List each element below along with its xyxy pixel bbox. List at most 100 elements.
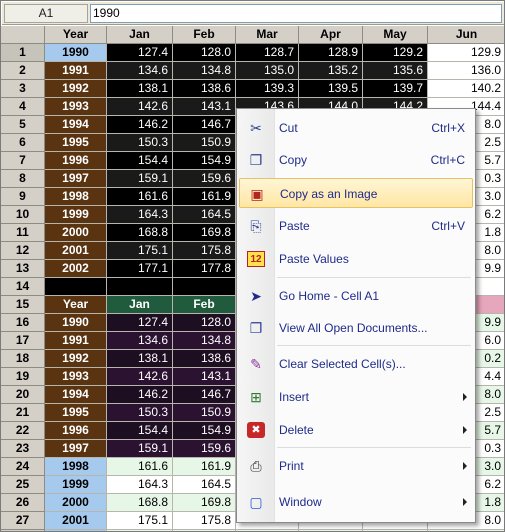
row-header[interactable]: 12	[1, 242, 45, 260]
table-cell[interactable]: 1996	[45, 152, 107, 170]
row-header[interactable]: 25	[1, 476, 45, 494]
row-header[interactable]: 27	[1, 512, 45, 530]
row-header[interactable]: 9	[1, 188, 45, 206]
table-cell[interactable]: 143.1	[173, 368, 236, 386]
menu-item-copy-as-an-image[interactable]: ▣ Copy as an Image	[239, 178, 473, 208]
row-header[interactable]: 11	[1, 224, 45, 242]
table-cell[interactable]: 1993	[45, 98, 107, 116]
table-cell[interactable]: 159.1	[107, 440, 173, 458]
row-header[interactable]: 16	[1, 314, 45, 332]
table-cell[interactable]: 2001	[45, 242, 107, 260]
column-header[interactable]: Feb	[173, 26, 236, 44]
table-cell[interactable]: Feb	[173, 296, 236, 314]
table-cell[interactable]: 1998	[45, 188, 107, 206]
row-header[interactable]: 3	[1, 80, 45, 98]
table-cell[interactable]: 139.3	[236, 80, 299, 98]
row-header[interactable]: 7	[1, 152, 45, 170]
table-cell[interactable]: 175.1	[107, 242, 173, 260]
row-header[interactable]: 20	[1, 386, 45, 404]
menu-item-clear-selected-cell-s[interactable]: ✎ Clear Selected Cell(s)...	[239, 349, 473, 379]
table-cell[interactable]: 136.0	[428, 62, 504, 80]
table-cell[interactable]: 1995	[45, 134, 107, 152]
menu-item-insert[interactable]: ⊞ Insert	[239, 382, 473, 412]
table-cell[interactable]: 138.6	[173, 80, 236, 98]
table-cell[interactable]: 2000	[45, 224, 107, 242]
table-cell[interactable]: 168.8	[107, 494, 173, 512]
formula-input[interactable]: 1990	[90, 4, 502, 23]
table-cell[interactable]: 164.5	[173, 206, 236, 224]
row-header[interactable]: 21	[1, 404, 45, 422]
table-cell[interactable]: 175.1	[107, 512, 173, 530]
table-cell[interactable]: 142.6	[107, 98, 173, 116]
column-header[interactable]: Jun	[428, 26, 504, 44]
table-cell[interactable]: 140.2	[428, 80, 504, 98]
row-header[interactable]: 13	[1, 260, 45, 278]
table-cell[interactable]: 1991	[45, 62, 107, 80]
table-cell[interactable]: 164.3	[107, 206, 173, 224]
table-cell[interactable]	[45, 278, 107, 296]
table-cell[interactable]: 1996	[45, 422, 107, 440]
table-cell[interactable]: 127.4	[107, 44, 173, 62]
menu-item-delete[interactable]: ✖ Delete	[239, 415, 473, 445]
table-cell[interactable]: 1997	[45, 170, 107, 188]
table-cell[interactable]: 134.6	[107, 62, 173, 80]
row-header[interactable]: 2	[1, 62, 45, 80]
table-cell[interactable]: 128.7	[236, 44, 299, 62]
table-cell[interactable]: 139.7	[363, 80, 428, 98]
table-cell[interactable]: 138.1	[107, 80, 173, 98]
row-header[interactable]: 4	[1, 98, 45, 116]
table-cell[interactable]: 1999	[45, 476, 107, 494]
table-cell[interactable]: 169.8	[173, 494, 236, 512]
row-header[interactable]: 6	[1, 134, 45, 152]
table-cell[interactable]: 159.6	[173, 440, 236, 458]
row-header[interactable]: 22	[1, 422, 45, 440]
row-header[interactable]: 19	[1, 368, 45, 386]
row-header[interactable]: 1	[1, 44, 45, 62]
column-header[interactable]: May	[363, 26, 428, 44]
table-cell[interactable]: 1994	[45, 386, 107, 404]
row-header[interactable]: 17	[1, 332, 45, 350]
menu-item-paste[interactable]: ⎘ Paste Ctrl+V	[239, 211, 473, 241]
table-cell[interactable]: Year	[45, 296, 107, 314]
table-cell[interactable]: 134.6	[107, 332, 173, 350]
table-cell[interactable]: 146.7	[173, 386, 236, 404]
row-header[interactable]: 15	[1, 296, 45, 314]
table-cell[interactable]: 1991	[45, 332, 107, 350]
table-cell[interactable]: 161.9	[173, 188, 236, 206]
table-cell[interactable]: 138.1	[107, 350, 173, 368]
table-cell[interactable]: 154.4	[107, 422, 173, 440]
table-cell[interactable]: 127.4	[107, 314, 173, 332]
table-cell[interactable]: 177.8	[173, 260, 236, 278]
row-header[interactable]: 14	[1, 278, 45, 296]
table-cell[interactable]: 139.5	[299, 80, 363, 98]
table-cell[interactable]: 150.3	[107, 404, 173, 422]
table-cell[interactable]: 177.1	[107, 260, 173, 278]
table-cell[interactable]: 143.1	[173, 98, 236, 116]
table-cell[interactable]: 135.0	[236, 62, 299, 80]
table-cell[interactable]: 150.3	[107, 134, 173, 152]
table-cell[interactable]: 161.6	[107, 188, 173, 206]
table-cell[interactable]: 154.9	[173, 422, 236, 440]
column-header[interactable]: Jan	[107, 26, 173, 44]
table-cell[interactable]: 134.8	[173, 62, 236, 80]
table-cell[interactable]: Jan	[107, 296, 173, 314]
table-cell[interactable]: 150.9	[173, 134, 236, 152]
table-cell[interactable]: 161.9	[173, 458, 236, 476]
table-cell[interactable]: 129.9	[428, 44, 504, 62]
table-cell[interactable]: 1997	[45, 440, 107, 458]
column-header[interactable]: Year	[45, 26, 107, 44]
table-cell[interactable]: 154.4	[107, 152, 173, 170]
menu-item-window[interactable]: ▢ Window	[239, 487, 473, 517]
table-cell[interactable]: 1999	[45, 206, 107, 224]
cell-reference-box[interactable]: A1	[4, 4, 88, 23]
row-header[interactable]: 5	[1, 116, 45, 134]
table-cell[interactable]: 1998	[45, 458, 107, 476]
table-cell[interactable]: 159.1	[107, 170, 173, 188]
table-cell[interactable]: 169.8	[173, 224, 236, 242]
row-header[interactable]: 10	[1, 206, 45, 224]
table-cell[interactable]: 138.6	[173, 350, 236, 368]
table-cell[interactable]: 159.6	[173, 170, 236, 188]
table-cell[interactable]: 128.9	[299, 44, 363, 62]
column-header[interactable]: Mar	[236, 26, 299, 44]
table-cell[interactable]: 164.3	[107, 476, 173, 494]
